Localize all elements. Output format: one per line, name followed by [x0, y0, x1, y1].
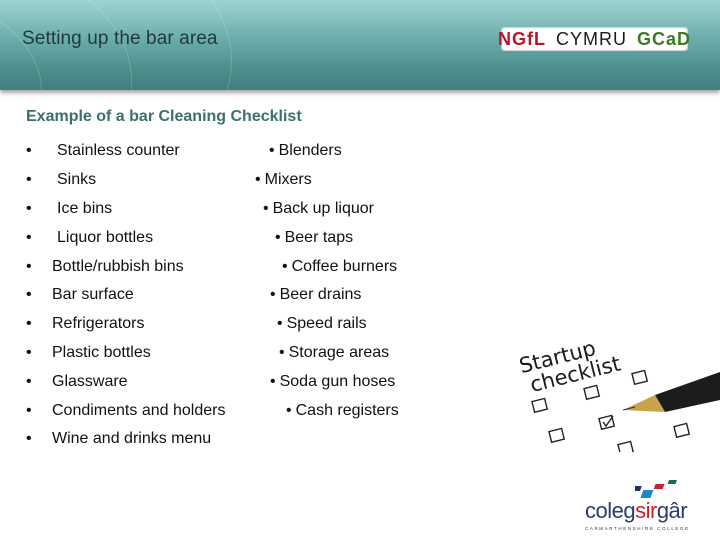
bullet-icon: •	[286, 401, 292, 419]
list-item-text: Back up liquor	[272, 199, 374, 217]
bullet-icon: •	[270, 286, 276, 304]
list-item-text: Wine and drinks menu	[52, 430, 212, 448]
bullet-icon: •	[26, 343, 32, 361]
list-item: • Cash registers	[250, 396, 399, 425]
bullet-icon: •	[255, 171, 261, 189]
list-item-text: Beer drains	[279, 286, 362, 304]
logo-ngfl: NGfL	[498, 28, 546, 49]
coleg-sir-gar-logo: colegsirgâr CARMARTHENSHIRE COLLEGE	[585, 480, 695, 540]
list-item-text: Refrigerators	[52, 315, 145, 333]
college-name-part: coleg	[585, 498, 636, 523]
list-item-text: Liquor bottles	[57, 228, 154, 246]
list-item: • Glassware	[26, 367, 225, 396]
checklist-left-column: • Stainless counter • Sinks • Ice bins • Liq…	[26, 137, 225, 454]
list-item-text: Storage areas	[288, 343, 390, 361]
list-item: • Soda gun hoses	[250, 367, 399, 396]
list-item-text: Sinks	[57, 171, 97, 189]
list-item: • Blenders	[250, 137, 399, 166]
bullet-icon: •	[26, 401, 32, 419]
list-item: • Coffee burners	[250, 252, 399, 281]
list-item-text: Speed rails	[286, 315, 367, 333]
list-item: • Mixers	[250, 166, 399, 195]
bullet-icon: •	[26, 171, 32, 189]
bullet-icon: •	[26, 372, 32, 390]
startup-checklist-photo: Startup checklist	[505, 300, 720, 452]
college-name-part: sir	[635, 498, 657, 523]
list-item-text: Glassware	[52, 372, 128, 390]
bullet-icon: •	[26, 142, 32, 160]
list-item: • Plastic bottles	[26, 339, 225, 368]
list-item: • Speed rails	[250, 310, 399, 339]
bullet-icon: •	[269, 142, 275, 160]
list-item-text: Coffee burners	[291, 257, 398, 275]
list-item-text: Bar surface	[52, 286, 134, 304]
college-logo-mark-icon	[635, 480, 677, 498]
logo-cymru: CYMRU	[556, 28, 627, 49]
bullet-icon: •	[263, 199, 269, 217]
list-item-text: Stainless counter	[57, 142, 180, 160]
list-item-text: Ice bins	[57, 199, 113, 217]
list-item-text: Plastic bottles	[52, 343, 151, 361]
college-subtitle: CARMARTHENSHIRE COLLEGE	[585, 526, 690, 531]
bullet-icon: •	[270, 372, 276, 390]
list-item: • Liquor bottles	[26, 223, 225, 252]
bullet-icon: •	[26, 257, 32, 275]
slide-header: Setting up the bar area NGfL CYMRU GCaD	[0, 0, 720, 90]
list-item-text: Condiments and holders	[52, 401, 226, 419]
list-item-text: Mixers	[264, 171, 312, 189]
bullet-icon: •	[26, 199, 32, 217]
ngfl-cymru-logo: NGfL CYMRU GCaD	[498, 27, 692, 51]
list-item: • Ice bins	[26, 195, 225, 224]
list-item: • Stainless counter	[26, 137, 225, 166]
checklist-right-column: • Blenders • Mixers • Back up liquor • Beer …	[250, 137, 399, 425]
list-item: • Back up liquor	[250, 195, 399, 224]
list-item: • Condiments and holders	[26, 396, 225, 425]
bullet-icon: •	[26, 315, 32, 333]
list-item: • Sinks	[26, 166, 225, 195]
bullet-icon: •	[275, 228, 281, 246]
list-item: • Beer drains	[250, 281, 399, 310]
list-item: • Bar surface	[26, 281, 225, 310]
bullet-icon: •	[26, 286, 32, 304]
bullet-icon: •	[279, 343, 285, 361]
bullet-icon: •	[26, 430, 32, 448]
list-item-text: Beer taps	[284, 228, 354, 246]
list-item: • Wine and drinks menu	[26, 425, 225, 454]
list-item-text: Bottle/rubbish bins	[52, 257, 184, 275]
college-name-part: gâr	[656, 498, 688, 523]
college-name: colegsirgâr	[585, 498, 688, 524]
slide-title: Setting up the bar area	[22, 28, 218, 49]
bullet-icon: •	[277, 315, 283, 333]
list-item-text: Cash registers	[295, 401, 399, 419]
list-item: • Refrigerators	[26, 310, 225, 339]
bullet-icon: •	[282, 257, 288, 275]
list-item-text: Soda gun hoses	[279, 372, 396, 390]
list-item: • Storage areas	[250, 339, 399, 368]
list-item: • Bottle/rubbish bins	[26, 252, 225, 281]
checklist-heading: Example of a bar Cleaning Checklist	[26, 108, 302, 125]
list-item-text: Blenders	[278, 142, 342, 160]
list-item: • Beer taps	[250, 223, 399, 252]
bullet-icon: •	[26, 228, 32, 246]
logo-gcad: GCaD	[637, 28, 692, 49]
